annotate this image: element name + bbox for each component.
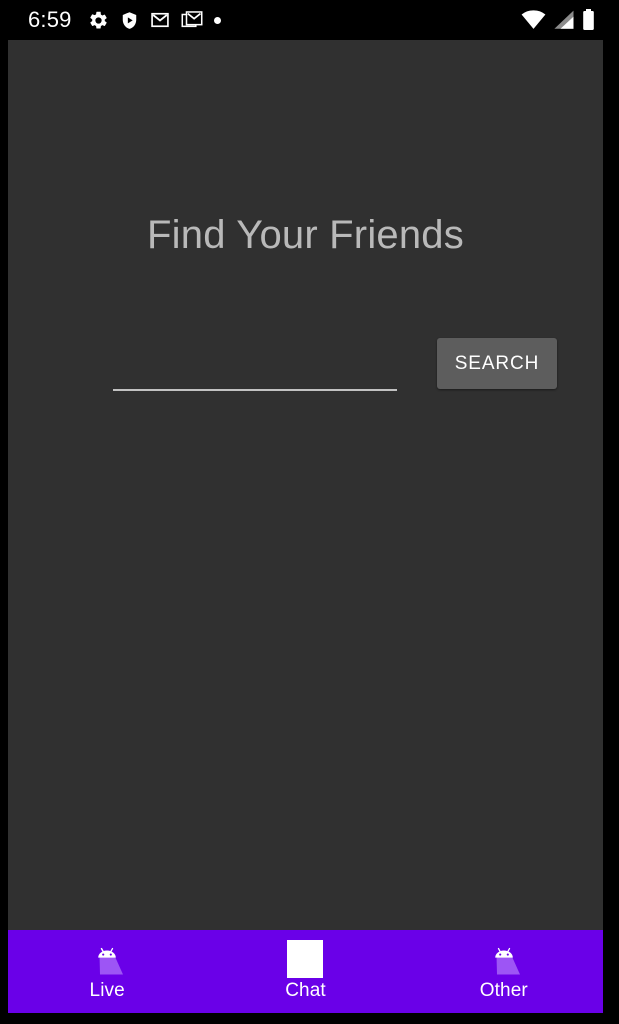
nav-item-chat[interactable]: Chat [206,930,404,1013]
white-square-icon [287,940,324,979]
screen-edge-left [0,40,8,1013]
status-bar-right-group [521,9,603,31]
settings-gear-icon [88,10,109,31]
nav-label-other: Other [479,980,528,1001]
status-bar: 6:59 [0,0,619,40]
phone-screen: 6:59 Find Your Friends SEARCH Live Chat … [0,0,619,1024]
gmail-stacked-icon [181,9,203,31]
nav-label-chat: Chat [285,980,326,1001]
android-robot-icon [487,943,521,979]
battery-icon [582,9,595,31]
status-bar-left-group: 6:59 [28,9,521,31]
nav-item-other[interactable]: Other [405,930,603,1013]
nav-label-live: Live [89,980,125,1001]
page-title: Find Your Friends [147,213,464,257]
status-bar-clock: 6:59 [28,7,72,32]
search-button[interactable]: SEARCH [437,338,557,389]
gmail-icon [150,10,170,30]
play-protect-shield-icon [120,10,139,31]
search-input[interactable] [113,346,397,391]
android-robot-icon [90,943,124,979]
app-content-area: Find Your Friends SEARCH [8,40,603,930]
bottom-navigation-bar: Live Chat Other [8,930,603,1013]
screen-edge-right [603,40,619,1013]
search-row: SEARCH [8,338,603,402]
nav-item-live[interactable]: Live [8,930,206,1013]
navigation-gesture-area [0,1013,619,1024]
more-notifications-dot-icon [213,16,221,24]
cell-signal-icon [553,10,575,30]
wifi-icon [521,10,546,30]
